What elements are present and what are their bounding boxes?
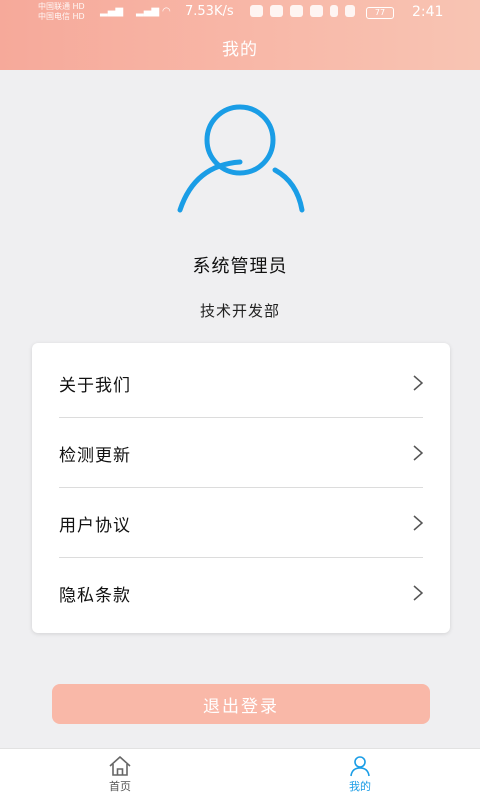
status-bar: 中国联通 HD 中国电信 HD ▂▄▆ ▂▄▆ ◠ 7.53K/s 77 2:4… — [0, 0, 480, 26]
menu-item-check-update[interactable]: 检测更新 — [59, 418, 423, 488]
menu-item-privacy-policy[interactable]: 隐私条款 — [59, 558, 423, 628]
menu-card: 关于我们 检测更新 用户协议 隐私条款 — [32, 343, 450, 633]
notification-icons — [250, 5, 355, 17]
tab-home[interactable]: 首页 — [80, 755, 160, 794]
user-department: 技术开发部 — [199, 302, 280, 320]
net-speed: 7.53K/s — [185, 4, 234, 19]
carrier-1: 中国联通 HD — [38, 2, 85, 11]
logout-button[interactable]: 退出登录 — [52, 684, 430, 724]
tab-bar: 首页 我的 — [0, 748, 480, 800]
menu-item-label: 检测更新 — [59, 445, 131, 466]
chevron-right-icon — [413, 585, 423, 601]
clock: 2:41 — [412, 4, 444, 20]
menu-item-label: 用户协议 — [59, 515, 131, 536]
tab-label: 首页 — [109, 780, 131, 793]
user-icon — [350, 756, 370, 777]
bluetooth-icon — [330, 5, 338, 17]
signal-icon-2: ▂▄▆ — [136, 6, 160, 17]
avatar-icon — [177, 104, 305, 213]
app-notification-icon — [310, 5, 323, 17]
app-notification-icon — [250, 5, 263, 17]
carrier-2: 中国电信 HD — [38, 12, 85, 21]
carrier-info: 中国联通 HD 中国电信 HD — [38, 2, 85, 22]
menu-item-label: 关于我们 — [59, 375, 131, 396]
wifi-icon: ◠ — [162, 6, 171, 17]
app-notification-icon — [270, 5, 283, 17]
header: 中国联通 HD 中国电信 HD ▂▄▆ ▂▄▆ ◠ 7.53K/s 77 2:4… — [0, 0, 480, 70]
page-title: 我的 — [222, 40, 258, 60]
signal-icon: ▂▄▆ — [100, 6, 124, 17]
chevron-right-icon — [413, 515, 423, 531]
chevron-right-icon — [413, 445, 423, 461]
chevron-right-icon — [413, 375, 423, 391]
user-name: 系统管理员 — [192, 256, 288, 277]
menu-item-user-agreement[interactable]: 用户协议 — [59, 488, 423, 558]
home-icon — [109, 756, 131, 776]
battery-icon: 77 — [366, 7, 394, 19]
vibrate-icon — [345, 5, 355, 17]
tab-mine[interactable]: 我的 — [320, 755, 400, 794]
app-notification-icon — [290, 5, 303, 17]
menu-item-about-us[interactable]: 关于我们 — [59, 348, 423, 418]
tab-label: 我的 — [349, 780, 371, 793]
menu-item-label: 隐私条款 — [59, 585, 131, 606]
